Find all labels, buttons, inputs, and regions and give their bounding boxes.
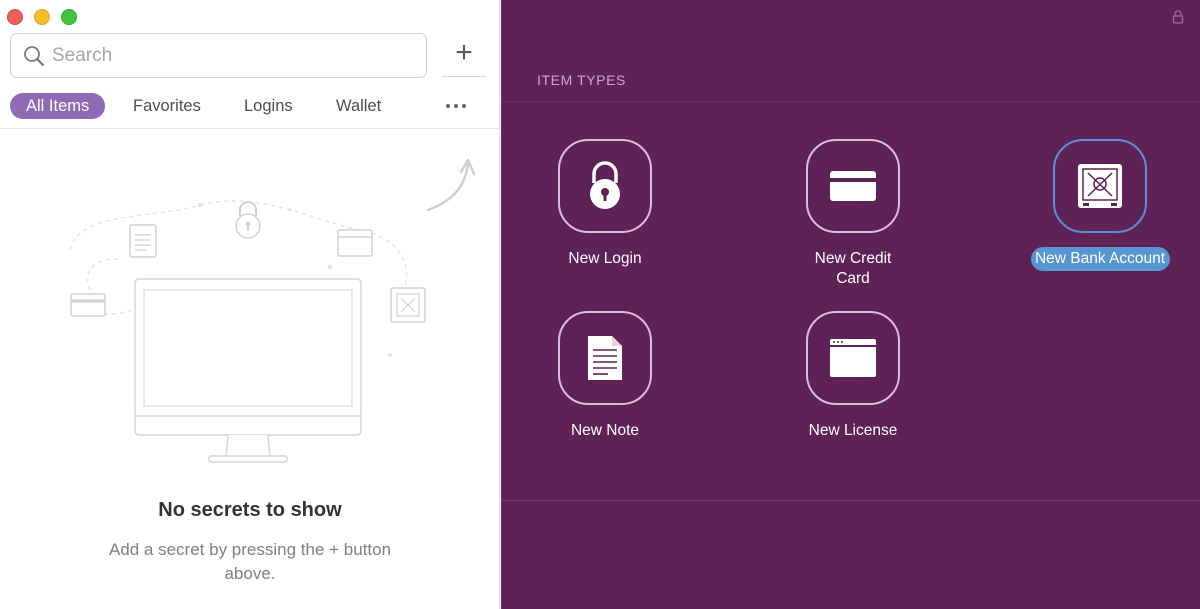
new-license-icon-box[interactable]	[806, 311, 900, 405]
new-credit-card-icon-box[interactable]	[806, 139, 900, 233]
empty-state-subtitle: Add a secret by pressing the + button ab…	[108, 540, 392, 583]
empty-state-illustration	[69, 158, 476, 463]
safe-icon	[1078, 164, 1122, 208]
new-login-tile[interactable]: New Login	[530, 139, 680, 269]
close-window-button[interactable]	[7, 9, 23, 25]
new-bank-account-icon-box[interactable]	[1053, 139, 1147, 233]
tab-favorites[interactable]: Favorites	[133, 93, 201, 119]
new-note-tile[interactable]: New Note	[530, 311, 680, 441]
new-license-label: New License	[808, 422, 898, 439]
new-login-label: New Login	[568, 250, 642, 267]
document-icon	[129, 224, 157, 258]
category-tabs: All Items Favorites Logins Wallet	[10, 93, 499, 119]
small-safe-icon	[390, 287, 426, 323]
license-window-icon	[830, 339, 876, 377]
new-note-label: New Note	[570, 422, 640, 439]
new-note-icon-box[interactable]	[558, 311, 652, 405]
panel-top-divider	[501, 101, 1200, 102]
panel-bottom-divider	[501, 500, 1200, 501]
new-credit-card-tile[interactable]: New Credit Card	[778, 139, 928, 289]
add-item-button[interactable]: +	[442, 33, 486, 77]
card-icon	[70, 293, 106, 317]
search-icon	[24, 45, 44, 66]
tab-wallet[interactable]: Wallet	[336, 93, 381, 119]
search-input[interactable]	[52, 44, 392, 67]
search-field[interactable]	[10, 33, 427, 78]
note-icon	[588, 336, 622, 380]
items-list-pane: + All Items Favorites Logins Wallet	[0, 0, 500, 609]
tabs-divider	[0, 128, 499, 129]
more-tabs-icon[interactable]	[446, 104, 466, 108]
minimize-window-button[interactable]	[34, 9, 50, 25]
item-types-heading: ITEM TYPES	[537, 72, 626, 88]
empty-state-title: No secrets to show	[158, 499, 342, 521]
small-lock-icon	[235, 201, 261, 239]
window-icon	[337, 229, 373, 257]
new-credit-card-label: New Credit Card	[814, 250, 892, 287]
zoom-window-button[interactable]	[61, 9, 77, 25]
new-license-tile[interactable]: New License	[778, 311, 928, 441]
lock-icon[interactable]	[1172, 10, 1184, 24]
plus-icon: +	[455, 35, 473, 69]
new-bank-account-tile[interactable]: New Bank Account	[1025, 139, 1175, 271]
item-types-panel: ITEM TYPES New Login New Credit Card New…	[501, 0, 1200, 609]
tab-all-items[interactable]: All Items	[10, 93, 106, 119]
new-bank-account-label: New Bank Account	[1030, 247, 1170, 271]
new-login-icon-box[interactable]	[558, 139, 652, 233]
tab-logins[interactable]: Logins	[244, 93, 293, 119]
credit-card-icon	[830, 171, 876, 201]
window-controls	[7, 9, 77, 25]
monitor-icon	[134, 278, 362, 463]
padlock-icon	[590, 161, 620, 209]
